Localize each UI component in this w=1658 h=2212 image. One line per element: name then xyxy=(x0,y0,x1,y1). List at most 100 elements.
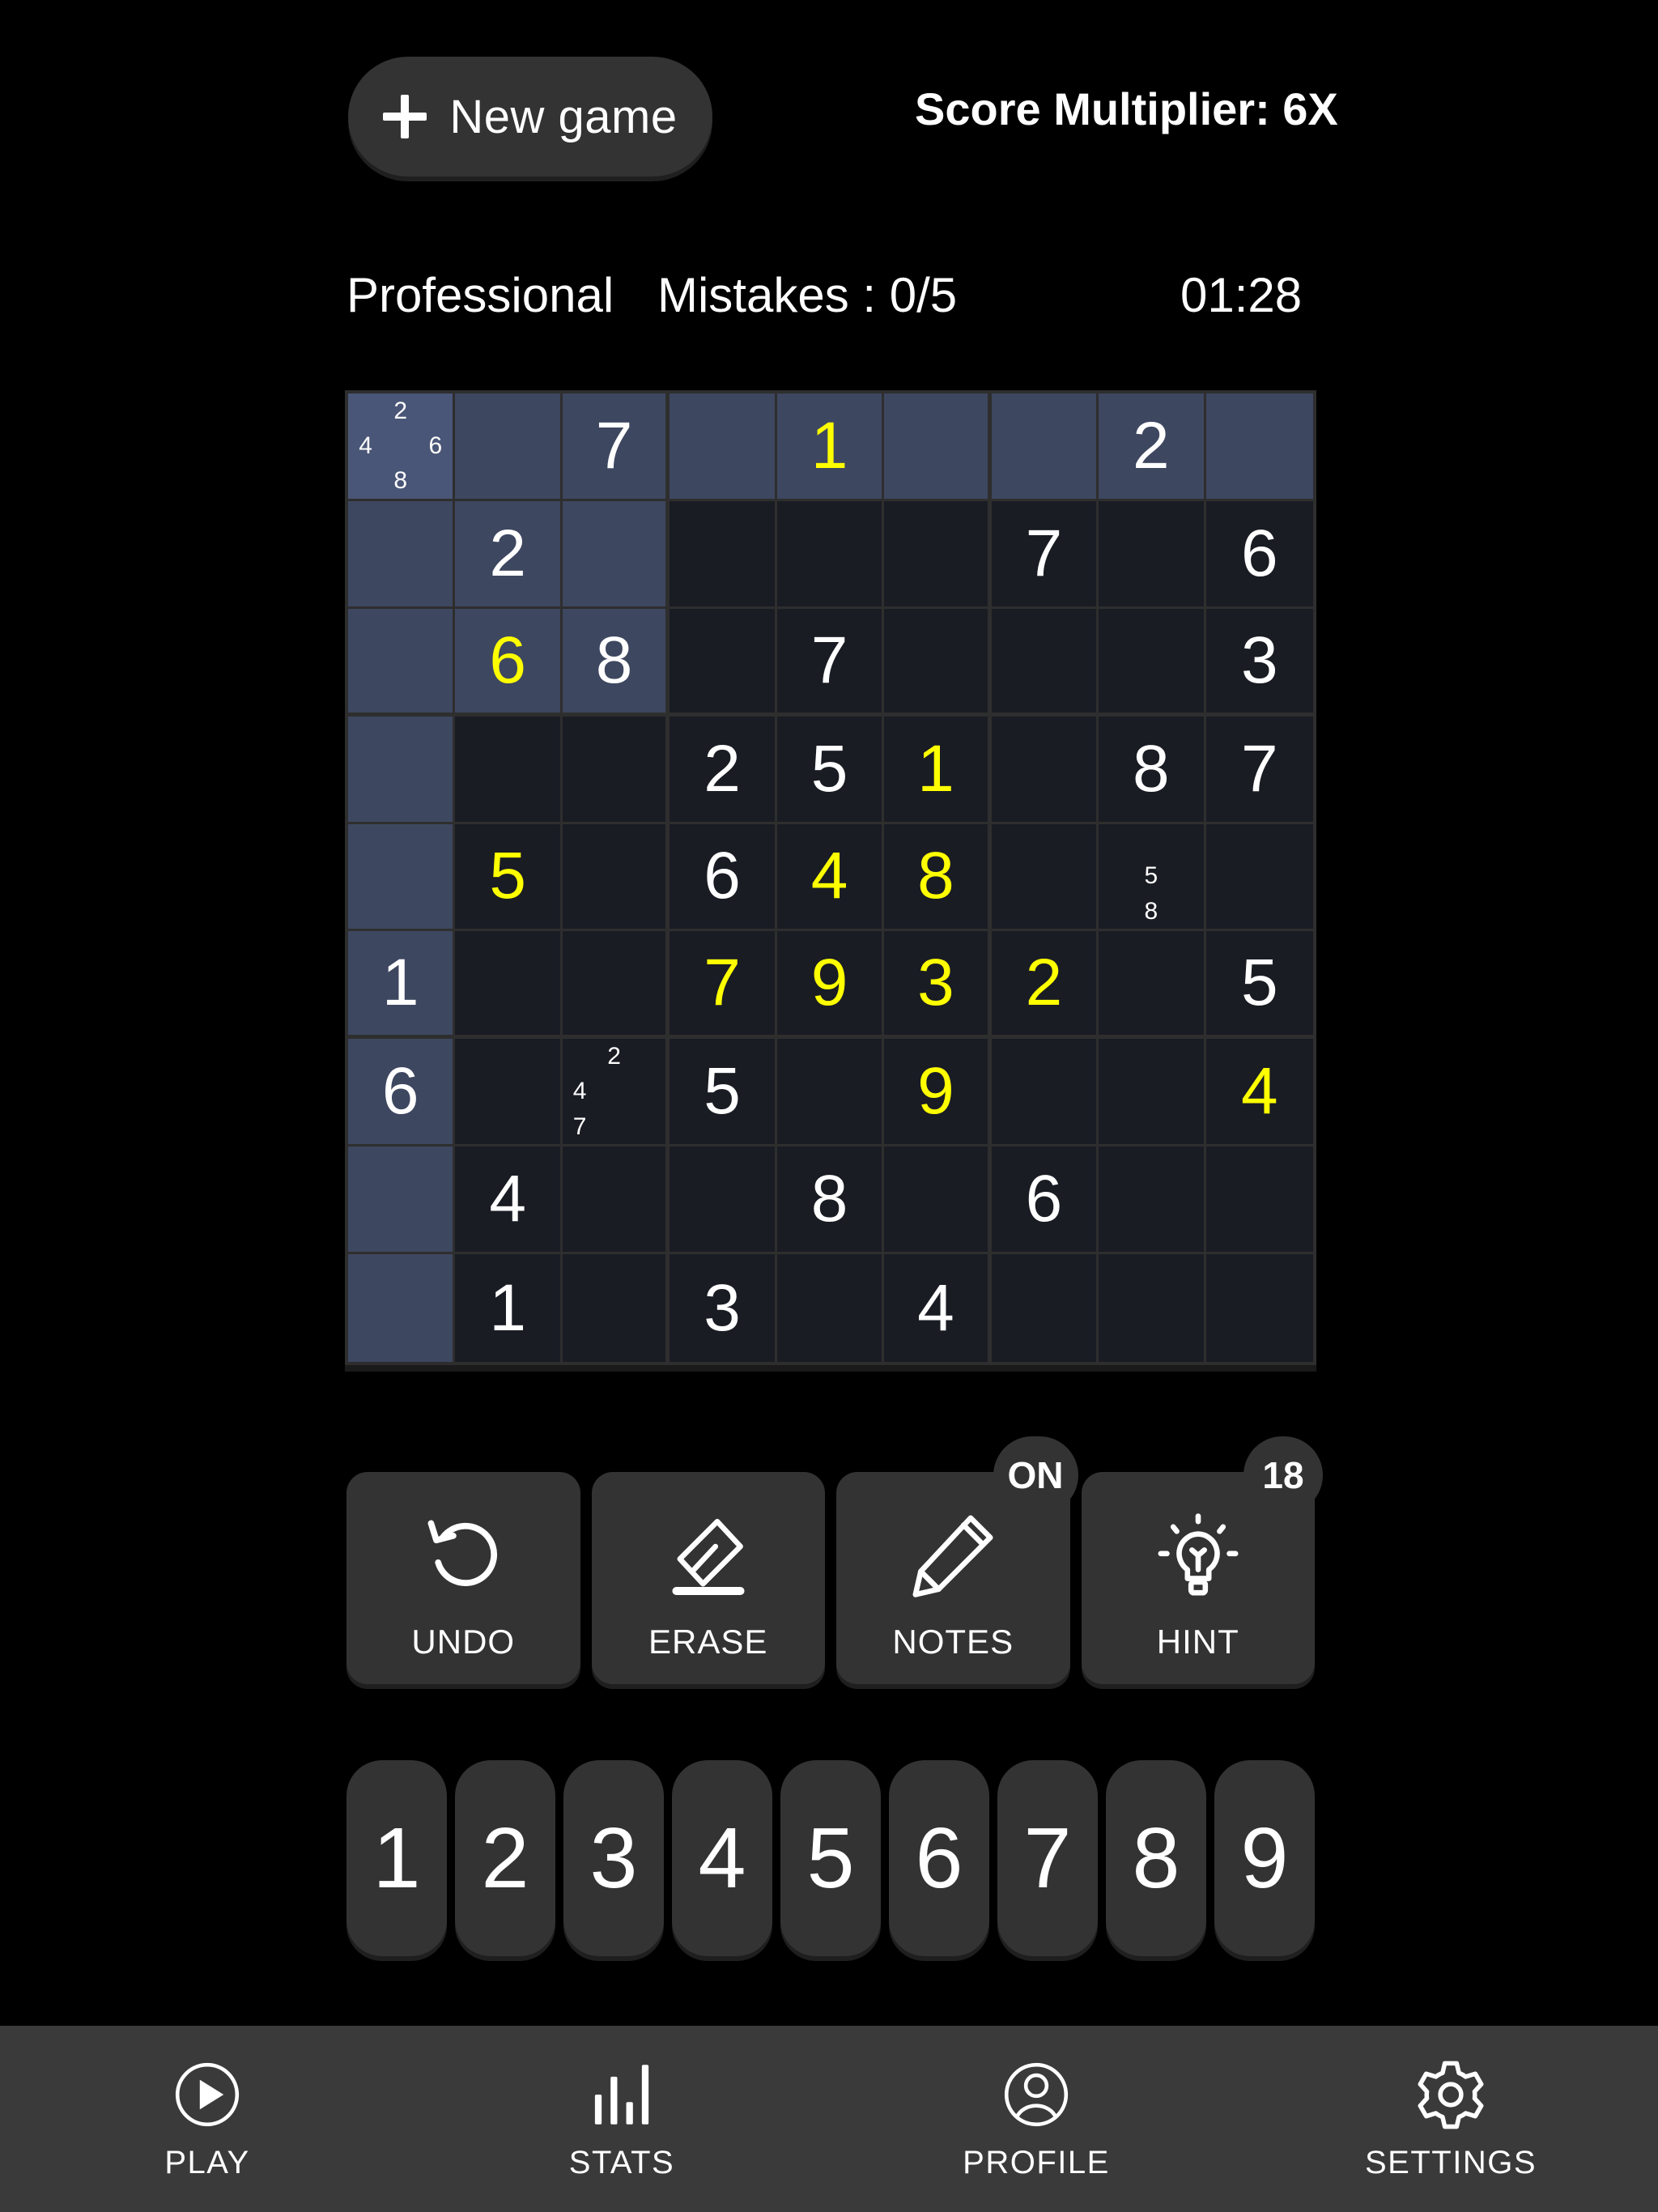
sudoku-cell-r4c1[interactable] xyxy=(348,716,456,824)
sudoku-cell-r6c5[interactable]: 9 xyxy=(776,931,885,1040)
sudoku-cell-r6c2[interactable] xyxy=(455,931,563,1040)
sudoku-cell-r7c5[interactable] xyxy=(776,1039,885,1147)
sudoku-cell-r4c8[interactable]: 8 xyxy=(1099,716,1206,824)
sudoku-cell-r7c2[interactable] xyxy=(455,1039,563,1147)
sudoku-cell-r4c3[interactable] xyxy=(562,716,670,824)
nav-item-stats[interactable]: STATS xyxy=(414,2026,829,2212)
sudoku-cell-r4c5[interactable]: 5 xyxy=(776,716,885,824)
sudoku-cell-r8c7[interactable]: 6 xyxy=(991,1146,1099,1255)
sudoku-cell-r1c6[interactable] xyxy=(884,393,992,501)
sudoku-cell-r9c5[interactable] xyxy=(776,1254,885,1362)
sudoku-cell-r2c3[interactable] xyxy=(562,500,670,609)
sudoku-cell-r7c8[interactable] xyxy=(1099,1039,1206,1147)
sudoku-cell-r1c4[interactable] xyxy=(670,393,777,501)
sudoku-cell-r8c8[interactable] xyxy=(1099,1146,1206,1255)
sudoku-cell-r3c5[interactable]: 7 xyxy=(776,608,885,717)
sudoku-cell-r8c6[interactable] xyxy=(884,1146,992,1255)
sudoku-cell-r3c8[interactable] xyxy=(1099,608,1206,717)
sudoku-cell-r3c1[interactable] xyxy=(348,608,456,717)
sudoku-cell-r5c6[interactable]: 8 xyxy=(884,823,992,932)
sudoku-cell-r5c3[interactable] xyxy=(562,823,670,932)
sudoku-cell-r3c3[interactable]: 8 xyxy=(562,608,670,717)
sudoku-cell-r4c9[interactable]: 7 xyxy=(1205,716,1313,824)
sudoku-cell-r6c1[interactable]: 1 xyxy=(348,931,456,1040)
sudoku-cell-r6c3[interactable] xyxy=(562,931,670,1040)
sudoku-cell-r6c7[interactable]: 2 xyxy=(991,931,1099,1040)
numpad-button-7[interactable]: 7 xyxy=(997,1760,1098,1956)
sudoku-cell-r2c1[interactable] xyxy=(348,500,456,609)
sudoku-cell-r4c4[interactable]: 2 xyxy=(670,716,777,824)
sudoku-cell-r5c5[interactable]: 4 xyxy=(776,823,885,932)
sudoku-cell-r4c6[interactable]: 1 xyxy=(884,716,992,824)
sudoku-cell-r5c7[interactable] xyxy=(991,823,1099,932)
sudoku-cell-r5c4[interactable]: 6 xyxy=(670,823,777,932)
sudoku-cell-r3c9[interactable]: 3 xyxy=(1205,608,1313,717)
sudoku-board[interactable]: 2468712276687325187564858179325624759448… xyxy=(348,393,1313,1362)
sudoku-cell-r2c8[interactable] xyxy=(1099,500,1206,609)
sudoku-cell-r2c4[interactable] xyxy=(670,500,777,609)
sudoku-cell-r1c8[interactable]: 2 xyxy=(1099,393,1206,501)
sudoku-cell-r9c7[interactable] xyxy=(991,1254,1099,1362)
undo-button[interactable]: UNDO xyxy=(346,1472,580,1684)
numpad-button-8[interactable]: 8 xyxy=(1106,1760,1206,1956)
erase-button[interactable]: ERASE xyxy=(591,1472,825,1684)
numpad-button-9[interactable]: 9 xyxy=(1214,1760,1315,1956)
sudoku-cell-r9c6[interactable]: 4 xyxy=(884,1254,992,1362)
sudoku-cell-r4c2[interactable] xyxy=(455,716,563,824)
sudoku-cell-r8c5[interactable]: 8 xyxy=(776,1146,885,1255)
sudoku-cell-r5c8[interactable]: 58 xyxy=(1099,823,1206,932)
sudoku-cell-r7c7[interactable] xyxy=(991,1039,1099,1147)
sudoku-cell-r9c8[interactable] xyxy=(1099,1254,1206,1362)
sudoku-cell-r8c2[interactable]: 4 xyxy=(455,1146,563,1255)
sudoku-cell-r9c9[interactable] xyxy=(1205,1254,1313,1362)
numpad-button-6[interactable]: 6 xyxy=(889,1760,989,1956)
sudoku-cell-r2c6[interactable] xyxy=(884,500,992,609)
sudoku-cell-r5c2[interactable]: 5 xyxy=(455,823,563,932)
sudoku-cell-r1c2[interactable] xyxy=(455,393,563,501)
sudoku-cell-r6c4[interactable]: 7 xyxy=(670,931,777,1040)
new-game-button[interactable]: New game xyxy=(348,57,712,177)
sudoku-cell-r6c9[interactable]: 5 xyxy=(1205,931,1313,1040)
sudoku-cell-r8c3[interactable] xyxy=(562,1146,670,1255)
nav-item-play[interactable]: PLAY xyxy=(0,2026,414,2212)
numpad-button-5[interactable]: 5 xyxy=(780,1760,881,1956)
sudoku-cell-r7c9[interactable]: 4 xyxy=(1205,1039,1313,1147)
sudoku-cell-r7c1[interactable]: 6 xyxy=(348,1039,456,1147)
nav-item-settings[interactable]: SETTINGS xyxy=(1244,2026,1658,2212)
sudoku-cell-r7c4[interactable]: 5 xyxy=(670,1039,777,1147)
sudoku-cell-r2c5[interactable] xyxy=(776,500,885,609)
sudoku-cell-r3c2[interactable]: 6 xyxy=(455,608,563,717)
sudoku-cell-r2c7[interactable]: 7 xyxy=(991,500,1099,609)
sudoku-cell-r8c1[interactable] xyxy=(348,1146,456,1255)
numpad-button-2[interactable]: 2 xyxy=(455,1760,555,1956)
sudoku-cell-r8c4[interactable] xyxy=(670,1146,777,1255)
sudoku-cell-r9c1[interactable] xyxy=(348,1254,456,1362)
sudoku-cell-r9c3[interactable] xyxy=(562,1254,670,1362)
sudoku-cell-r2c2[interactable]: 2 xyxy=(455,500,563,609)
numpad-button-3[interactable]: 3 xyxy=(563,1760,664,1956)
sudoku-cell-r1c1[interactable]: 24 68 xyxy=(348,393,456,501)
sudoku-cell-r2c9[interactable]: 6 xyxy=(1205,500,1313,609)
sudoku-cell-r1c7[interactable] xyxy=(991,393,1099,501)
sudoku-cell-r3c4[interactable] xyxy=(670,608,777,717)
sudoku-cell-r3c6[interactable] xyxy=(884,608,992,717)
sudoku-cell-r6c6[interactable]: 3 xyxy=(884,931,992,1040)
sudoku-cell-r5c9[interactable] xyxy=(1205,823,1313,932)
sudoku-cell-r5c1[interactable] xyxy=(348,823,456,932)
sudoku-cell-r8c9[interactable] xyxy=(1205,1146,1313,1255)
sudoku-cell-r9c4[interactable]: 3 xyxy=(670,1254,777,1362)
sudoku-cell-r4c7[interactable] xyxy=(991,716,1099,824)
sudoku-cell-r3c7[interactable] xyxy=(991,608,1099,717)
nav-item-profile[interactable]: PROFILE xyxy=(829,2026,1244,2212)
numpad-button-1[interactable]: 1 xyxy=(346,1760,447,1956)
sudoku-cell-r7c3[interactable]: 24 7 xyxy=(562,1039,670,1147)
hint-button[interactable]: 18 HINT xyxy=(1081,1436,1323,1684)
sudoku-cell-r1c9[interactable] xyxy=(1205,393,1313,501)
sudoku-cell-r7c6[interactable]: 9 xyxy=(884,1039,992,1147)
numpad-button-4[interactable]: 4 xyxy=(672,1760,772,1956)
sudoku-cell-r1c5[interactable]: 1 xyxy=(776,393,885,501)
sudoku-cell-r6c8[interactable] xyxy=(1099,931,1206,1040)
sudoku-cell-r1c3[interactable]: 7 xyxy=(562,393,670,501)
sudoku-cell-r9c2[interactable]: 1 xyxy=(455,1254,563,1362)
notes-button[interactable]: ON NOTES xyxy=(836,1436,1078,1684)
